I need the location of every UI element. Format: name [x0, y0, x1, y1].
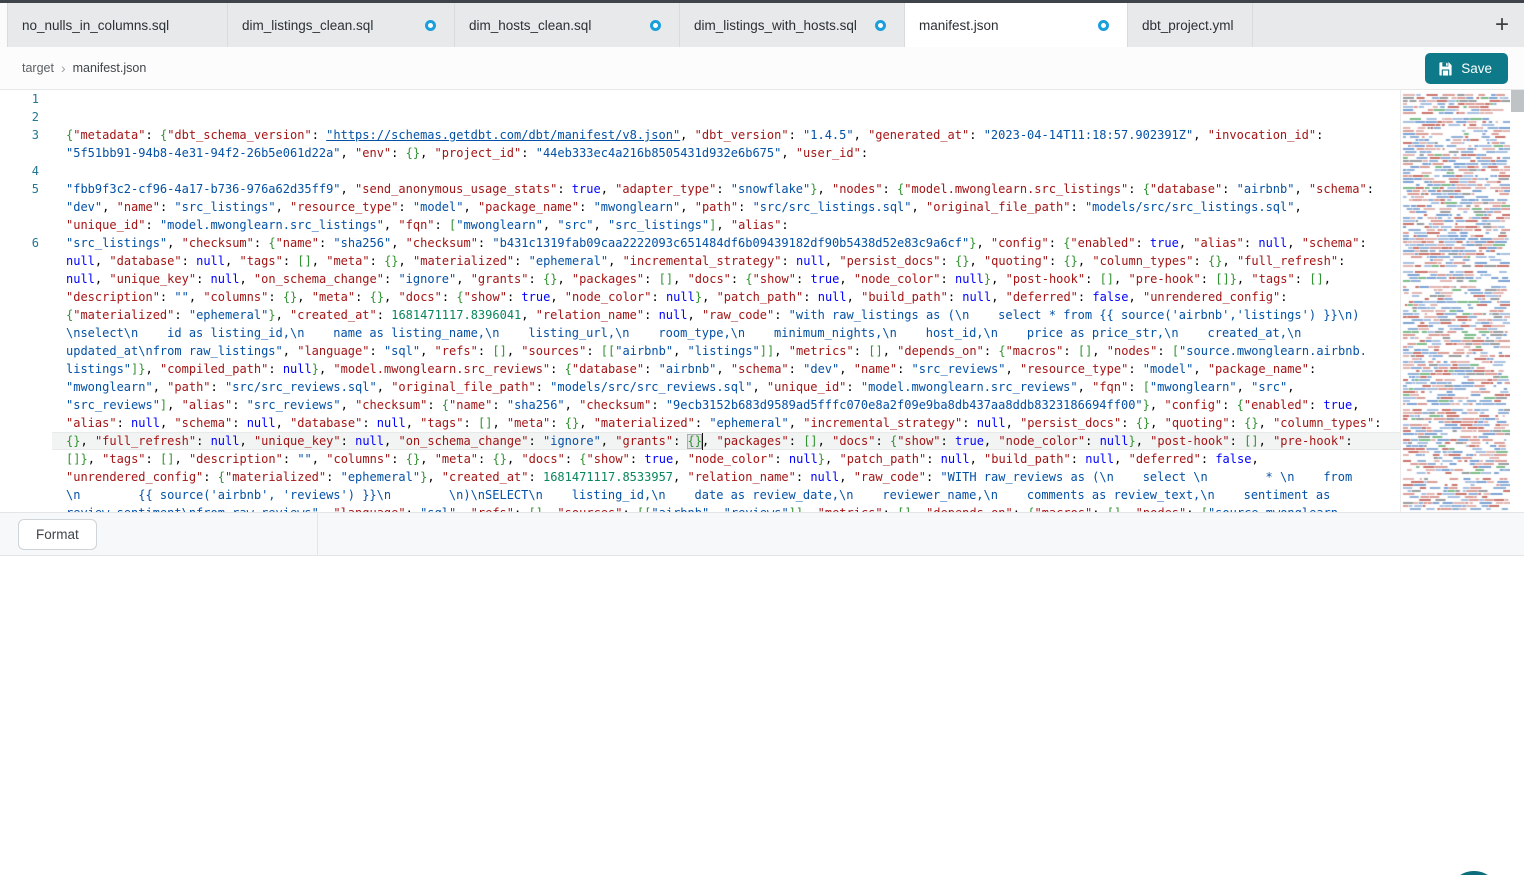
tab-label: dim_listings_clean.sql — [242, 18, 373, 33]
tab-bar-left-gap — [0, 3, 8, 47]
line-number — [0, 504, 52, 512]
unsaved-changes-dot-icon[interactable] — [650, 20, 661, 31]
code-row — [52, 162, 1400, 180]
code-content[interactable]: {"metadata": {"dbt_schema_version": "htt… — [52, 90, 1400, 512]
code-row: "description": "", "columns": {}, "meta"… — [52, 288, 1400, 306]
line-number — [0, 270, 52, 288]
breadcrumb-bar: target › manifest.json Save — [0, 47, 1524, 90]
tab-label: dim_listings_with_hosts.sql — [694, 18, 857, 33]
scrollbar-thumb[interactable] — [1511, 90, 1524, 112]
code-row: "src_reviews"], "alias": "src_reviews", … — [52, 396, 1400, 414]
code-row — [52, 90, 1400, 108]
code-row: "mwonglearn", "path": "src/src_reviews.s… — [52, 378, 1400, 396]
results-panel — [0, 556, 1524, 875]
code-row: "5f51bb91-94b8-4e31-94f2-26b5e061d22a", … — [52, 144, 1400, 162]
line-number: 2 — [0, 108, 52, 126]
code-row: updated_at\nfrom raw_listings", "languag… — [52, 342, 1400, 360]
line-number — [0, 432, 52, 450]
line-number — [0, 324, 52, 342]
format-button[interactable]: Format — [18, 519, 97, 550]
line-number — [0, 144, 52, 162]
line-number: 4 — [0, 162, 52, 180]
code-row: null, "database": null, "tags": [], "met… — [52, 252, 1400, 270]
code-row: {"materialized": "ephemeral"}, "created_… — [52, 306, 1400, 324]
dbt-ide-window: no_nulls_in_columns.sql dim_listings_clea… — [0, 0, 1524, 875]
line-number: 5 — [0, 180, 52, 198]
line-number — [0, 396, 52, 414]
code-row: "alias": null, "schema": null, "database… — [52, 414, 1400, 432]
code-row: \n {{ source('airbnb', 'reviews') }}\n \… — [52, 486, 1400, 504]
code-row: "src_listings", "checksum": {"name": "sh… — [52, 234, 1400, 252]
line-number — [0, 216, 52, 234]
tab-dim-listings-with-hosts-sql[interactable]: dim_listings_with_hosts.sql — [680, 3, 905, 47]
tab-label: no_nulls_in_columns.sql — [22, 18, 169, 33]
code-row: \nselect\n id as listing_id,\n name as l… — [52, 324, 1400, 342]
line-number: 3 — [0, 126, 52, 144]
tab-no-nulls-in-columns-sql[interactable]: no_nulls_in_columns.sql — [8, 3, 228, 47]
line-number — [0, 198, 52, 216]
tab-manifest-json[interactable]: manifest.json — [905, 3, 1128, 47]
tab-label: manifest.json — [919, 18, 999, 33]
new-tab-button[interactable]: + — [1480, 3, 1524, 47]
save-button-label: Save — [1461, 61, 1492, 76]
line-number — [0, 360, 52, 378]
line-number-gutter: 123 45 6 — [0, 90, 52, 512]
code-row: {"metadata": {"dbt_schema_version": "htt… — [52, 126, 1400, 144]
save-button[interactable]: Save — [1425, 53, 1508, 84]
line-number — [0, 450, 52, 468]
code-row: "unrendered_config": {"materialized": "e… — [52, 468, 1400, 486]
action-bar-divider — [317, 513, 318, 555]
code-row: null, "unique_key": null, "on_schema_cha… — [52, 270, 1400, 288]
code-row: "fbb9f3c2-cf96-4a17-b736-976a62d35ff9", … — [52, 180, 1400, 198]
editor-action-bar: Format — [0, 512, 1524, 556]
line-number: 6 — [0, 234, 52, 252]
line-number — [0, 378, 52, 396]
tab-dim-listings-clean-sql[interactable]: dim_listings_clean.sql — [228, 3, 455, 47]
code-row — [52, 108, 1400, 126]
breadcrumb-folder: target — [22, 61, 54, 75]
line-number — [0, 306, 52, 324]
line-number — [0, 486, 52, 504]
tab-dim-hosts-clean-sql[interactable]: dim_hosts_clean.sql — [455, 3, 680, 47]
code-row: []}, "tags": [], "description": "", "col… — [52, 450, 1400, 468]
line-number — [0, 414, 52, 432]
editor-tab-bar: no_nulls_in_columns.sql dim_listings_clea… — [0, 3, 1524, 47]
code-row: listings"]}, "compiled_path": null}, "mo… — [52, 360, 1400, 378]
tab-label: dim_hosts_clean.sql — [469, 18, 591, 33]
code-row: {}, "full_refresh": null, "unique_key": … — [52, 432, 1400, 450]
unsaved-changes-dot-icon[interactable] — [1098, 20, 1109, 31]
save-icon — [1438, 61, 1453, 76]
tab-label: dbt_project.yml — [1142, 18, 1234, 33]
minimap[interactable] — [1400, 90, 1510, 512]
unsaved-changes-dot-icon[interactable] — [875, 20, 886, 31]
unsaved-changes-dot-icon[interactable] — [425, 20, 436, 31]
code-row: review_sentiment\nfrom raw_reviews", "la… — [52, 504, 1400, 512]
breadcrumb-file: manifest.json — [73, 61, 147, 75]
line-number — [0, 288, 52, 306]
tab-dbt-project-yml[interactable]: dbt_project.yml — [1128, 3, 1253, 47]
code-row: "unique_id": "model.mwonglearn.src_listi… — [52, 216, 1400, 234]
text-caret — [702, 433, 704, 450]
line-number — [0, 468, 52, 486]
chevron-right-icon: › — [61, 60, 66, 76]
code-row: "dev", "name": "src_listings", "resource… — [52, 198, 1400, 216]
line-number: 1 — [0, 90, 52, 108]
line-number — [0, 252, 52, 270]
line-number — [0, 342, 52, 360]
code-editor[interactable]: 123 45 6 {"metadata": {"dbt_schema_version… — [0, 90, 1524, 512]
